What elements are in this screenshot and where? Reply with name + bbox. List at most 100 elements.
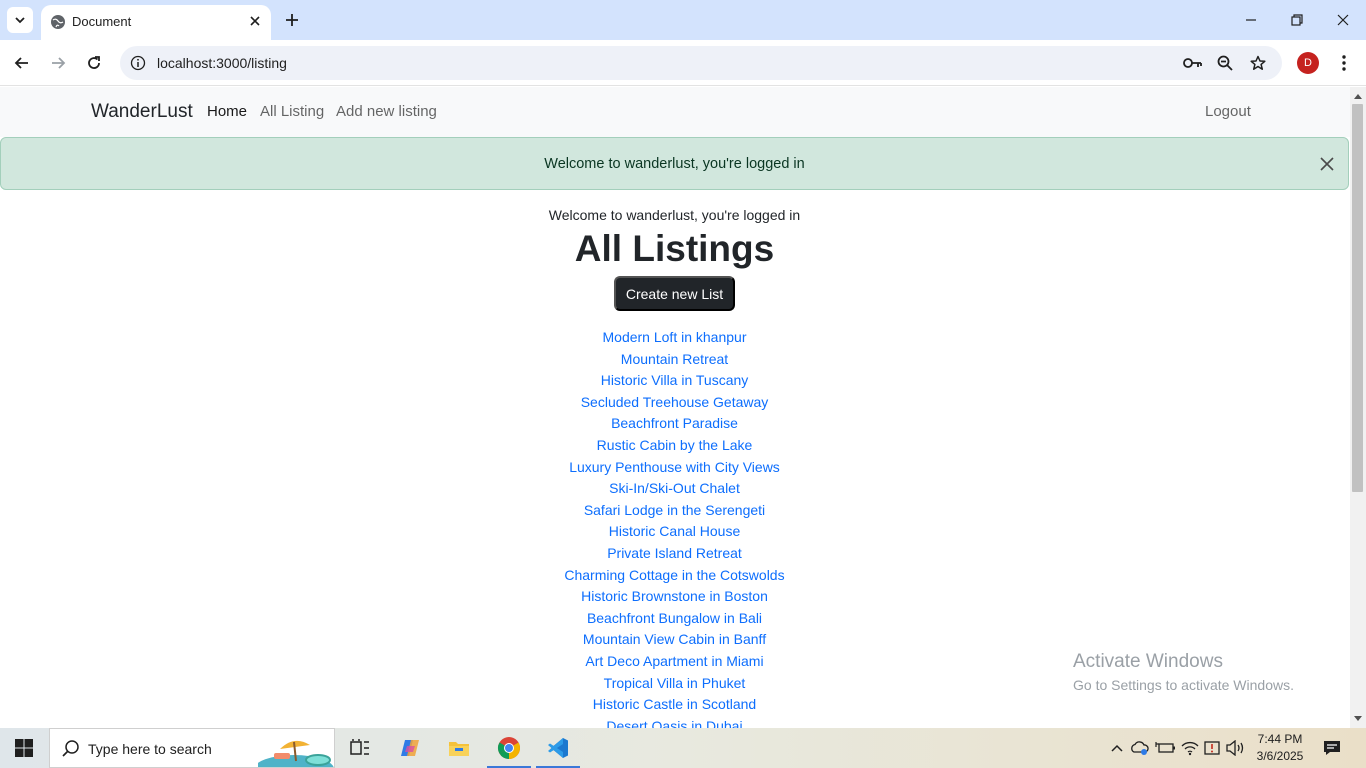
volume-icon[interactable] bbox=[1226, 738, 1246, 758]
zoom-icon[interactable] bbox=[1215, 53, 1235, 73]
listing-link[interactable]: Historic Castle in Scotland bbox=[593, 696, 756, 712]
notification-icon bbox=[1324, 741, 1340, 755]
listing-link[interactable]: Mountain View Cabin in Banff bbox=[583, 631, 766, 647]
alert-close-icon[interactable] bbox=[1317, 154, 1337, 174]
listing-link[interactable]: Safari Lodge in the Serengeti bbox=[584, 502, 765, 518]
nav-link-home[interactable]: Home bbox=[207, 103, 247, 120]
restore-icon bbox=[1291, 14, 1303, 26]
vscode-icon bbox=[548, 738, 568, 758]
back-button[interactable] bbox=[10, 51, 34, 75]
copilot-icon bbox=[401, 740, 419, 756]
forward-button[interactable] bbox=[46, 51, 70, 75]
create-new-list-button[interactable]: Create new List bbox=[614, 276, 735, 311]
listing-link[interactable]: Historic Canal House bbox=[609, 523, 741, 539]
listing-link[interactable]: Beachfront Bungalow in Bali bbox=[587, 610, 762, 626]
listing-item: Ski-In/Ski-Out Chalet bbox=[0, 478, 1349, 500]
close-window-button[interactable] bbox=[1320, 0, 1366, 40]
listing-item: Luxury Penthouse with City Views bbox=[0, 457, 1349, 479]
minimize-icon bbox=[1246, 19, 1256, 21]
listing-link[interactable]: Historic Villa in Tuscany bbox=[601, 372, 749, 388]
listing-item: Historic Brownstone in Boston bbox=[0, 586, 1349, 608]
taskbar-search-box[interactable]: Type here to search bbox=[49, 728, 335, 768]
restore-button[interactable] bbox=[1274, 0, 1320, 40]
close-tab-icon[interactable] bbox=[247, 13, 263, 29]
page-scrollbar[interactable] bbox=[1350, 87, 1366, 728]
show-hidden-icons-icon[interactable] bbox=[1107, 738, 1127, 758]
plus-icon bbox=[286, 14, 298, 26]
globe-icon bbox=[51, 15, 65, 29]
logout-link[interactable]: Logout bbox=[1205, 103, 1251, 120]
listing-link[interactable]: Rustic Cabin by the Lake bbox=[597, 437, 753, 453]
windows-logo-icon bbox=[15, 739, 33, 757]
browser-menu-icon[interactable] bbox=[1334, 51, 1354, 75]
site-navbar: WanderLust Home All Listing Add new list… bbox=[0, 87, 1350, 137]
listing-link[interactable]: Luxury Penthouse with City Views bbox=[569, 459, 780, 475]
wifi-icon[interactable] bbox=[1180, 738, 1200, 758]
activate-windows-watermark: Activate Windows Go to Settings to activ… bbox=[1073, 651, 1294, 693]
browser-toolbar: localhost:3000/listing D bbox=[0, 40, 1366, 86]
search-icon bbox=[62, 740, 79, 757]
profile-avatar[interactable]: D bbox=[1297, 52, 1319, 74]
vscode-app[interactable] bbox=[534, 728, 582, 768]
bookmark-star-icon[interactable] bbox=[1248, 53, 1268, 73]
file-explorer-app[interactable] bbox=[435, 728, 483, 768]
chevron-down-icon bbox=[15, 17, 25, 24]
listing-link[interactable]: Modern Loft in khanpur bbox=[603, 329, 747, 345]
listing-link[interactable]: Beachfront Paradise bbox=[611, 415, 738, 431]
tab-title: Document bbox=[72, 14, 132, 29]
listing-item: Secluded Treehouse Getaway bbox=[0, 392, 1349, 414]
listing-item: Historic Castle in Scotland bbox=[0, 694, 1349, 716]
watermark-subtitle: Go to Settings to activate Windows. bbox=[1073, 677, 1294, 693]
listing-link[interactable]: Mountain Retreat bbox=[621, 351, 728, 367]
watermark-title: Activate Windows bbox=[1073, 651, 1223, 672]
brand-logo[interactable]: WanderLust bbox=[91, 101, 193, 123]
listing-link[interactable]: Desert Oasis in Dubai bbox=[606, 718, 742, 728]
task-view-button[interactable] bbox=[336, 728, 384, 768]
nav-link-all-listing[interactable]: All Listing bbox=[260, 103, 324, 120]
listing-link[interactable]: Tropical Villa in Phuket bbox=[604, 675, 746, 691]
scrollbar-thumb[interactable] bbox=[1352, 104, 1363, 492]
listing-item: Historic Villa in Tuscany bbox=[0, 370, 1349, 392]
page-viewport: WanderLust Home All Listing Add new list… bbox=[0, 87, 1350, 728]
listing-link[interactable]: Art Deco Apartment in Miami bbox=[585, 653, 763, 669]
power-alert-icon[interactable] bbox=[1203, 738, 1223, 758]
notifications-button[interactable] bbox=[1320, 737, 1344, 759]
listing-link[interactable]: Secluded Treehouse Getaway bbox=[581, 394, 769, 410]
browser-tab-strip: Document bbox=[0, 0, 1366, 40]
listing-item: Mountain View Cabin in Banff bbox=[0, 629, 1349, 651]
nav-link-add-new-listing[interactable]: Add new listing bbox=[336, 103, 437, 120]
taskbar-search-placeholder: Type here to search bbox=[88, 741, 212, 757]
page-title: All Listings bbox=[574, 228, 775, 269]
listing-item: Private Island Retreat bbox=[0, 543, 1349, 565]
close-icon bbox=[1337, 14, 1349, 26]
chrome-app[interactable] bbox=[485, 728, 533, 768]
listing-link[interactable]: Private Island Retreat bbox=[607, 545, 742, 561]
new-tab-button[interactable] bbox=[282, 10, 302, 30]
address-bar[interactable]: localhost:3000/listing bbox=[120, 46, 1282, 80]
battery-icon[interactable] bbox=[1155, 738, 1175, 758]
listing-link[interactable]: Historic Brownstone in Boston bbox=[581, 588, 768, 604]
copilot-app[interactable] bbox=[386, 728, 434, 768]
alert-message: Welcome to wanderlust, you're logged in bbox=[544, 156, 805, 172]
browser-tab[interactable]: Document bbox=[41, 5, 271, 40]
windows-taskbar: Type here to search 7:44 PM 3/6/2025 bbox=[0, 728, 1366, 768]
listing-link[interactable]: Charming Cottage in the Cotswolds bbox=[564, 567, 784, 583]
site-info-icon[interactable] bbox=[128, 53, 148, 73]
welcome-text: Welcome to wanderlust, you're logged in bbox=[548, 207, 801, 223]
listing-item: Safari Lodge in the Serengeti bbox=[0, 500, 1349, 522]
scroll-down-arrow-icon[interactable] bbox=[1350, 712, 1366, 726]
listing-item: Rustic Cabin by the Lake bbox=[0, 435, 1349, 457]
tab-search-button[interactable] bbox=[7, 7, 33, 33]
reload-button[interactable] bbox=[82, 51, 106, 75]
listing-item: Beachfront Paradise bbox=[0, 413, 1349, 435]
onedrive-sync-icon[interactable] bbox=[1130, 738, 1150, 758]
password-key-icon[interactable] bbox=[1183, 53, 1203, 73]
scroll-up-arrow-icon[interactable] bbox=[1350, 89, 1366, 103]
taskbar-clock[interactable]: 7:44 PM 3/6/2025 bbox=[1254, 731, 1306, 765]
listing-link[interactable]: Ski-In/Ski-Out Chalet bbox=[609, 480, 740, 496]
start-button[interactable] bbox=[0, 728, 48, 768]
listing-item: Beachfront Bungalow in Bali bbox=[0, 608, 1349, 630]
success-alert: Welcome to wanderlust, you're logged in bbox=[0, 137, 1349, 190]
listing-item: Historic Canal House bbox=[0, 521, 1349, 543]
minimize-button[interactable] bbox=[1228, 0, 1274, 40]
